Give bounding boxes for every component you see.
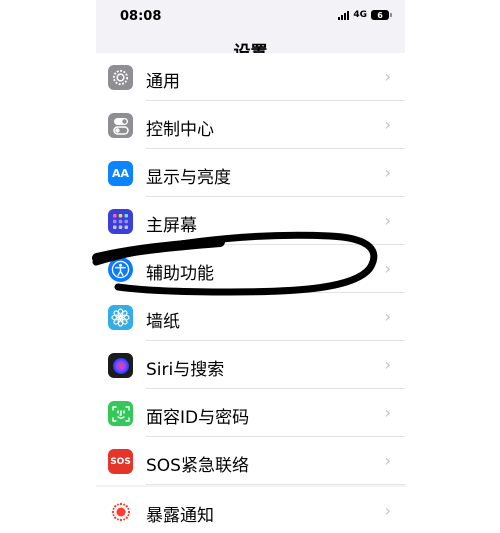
divider: [146, 484, 405, 485]
chevron-right-icon: ›: [384, 163, 391, 182]
chevron-right-icon: ›: [384, 115, 391, 134]
chevron-right-icon: ›: [384, 307, 391, 326]
row-label: SOS紧急联络: [146, 456, 249, 476]
status-bar: 08:08 4G 6: [96, 0, 405, 32]
status-time: 08:08: [120, 9, 162, 24]
row-label: 暴露通知: [146, 506, 214, 526]
battery-level: 6: [377, 10, 383, 20]
settings-row-accessibility[interactable]: 辅助功能 ›: [96, 245, 405, 293]
settings-row-siri[interactable]: Siri与搜索 ›: [96, 341, 405, 389]
settings-row-control-center[interactable]: 控制中心 ›: [96, 101, 405, 149]
row-label: 墙纸: [146, 312, 180, 332]
chevron-right-icon: ›: [384, 451, 391, 470]
chevron-right-icon: ›: [384, 67, 391, 86]
sos-icon: SOS: [108, 449, 133, 474]
exposure-icon: [108, 499, 133, 524]
accessibility-icon: [108, 257, 133, 282]
row-label: 面容ID与密码: [146, 408, 250, 428]
settings-row-sos[interactable]: SOS SOS紧急联络 ›: [96, 437, 405, 485]
home-grid-icon: [108, 209, 133, 234]
text-size-icon: AA: [108, 161, 133, 186]
chevron-right-icon: ›: [384, 403, 391, 422]
signal-icon: [338, 10, 350, 20]
toggle-icon: [108, 113, 133, 138]
siri-icon: [108, 353, 133, 378]
chevron-right-icon: ›: [384, 355, 391, 374]
row-label: 通用: [146, 72, 180, 92]
row-label: 辅助功能: [146, 264, 214, 284]
settings-row-general[interactable]: 通用 ›: [96, 53, 405, 101]
row-label: Siri与搜索: [146, 360, 225, 380]
row-label: 显示与亮度: [146, 168, 231, 188]
settings-screen: 08:08 4G 6 设置 通用 › 控制中心 › AA 显示与亮度 ›: [96, 0, 405, 533]
face-id-icon: [108, 401, 133, 426]
flower-icon: [108, 305, 133, 330]
status-indicators: 4G 6: [338, 10, 392, 20]
network-type: 4G: [353, 10, 367, 20]
settings-row-exposure[interactable]: 暴露通知 ›: [96, 487, 405, 533]
settings-row-wallpaper[interactable]: 墙纸 ›: [96, 293, 405, 341]
row-label: 控制中心: [146, 120, 214, 140]
settings-row-display[interactable]: AA 显示与亮度 ›: [96, 149, 405, 197]
settings-row-home-screen[interactable]: 主屏幕 ›: [96, 197, 405, 245]
gear-icon: [108, 65, 133, 90]
battery-icon: 6: [371, 10, 392, 20]
chevron-right-icon: ›: [384, 259, 391, 278]
chevron-right-icon: ›: [384, 501, 391, 520]
settings-row-face-id[interactable]: 面容ID与密码 ›: [96, 389, 405, 437]
row-label: 主屏幕: [146, 216, 197, 236]
chevron-right-icon: ›: [384, 211, 391, 230]
